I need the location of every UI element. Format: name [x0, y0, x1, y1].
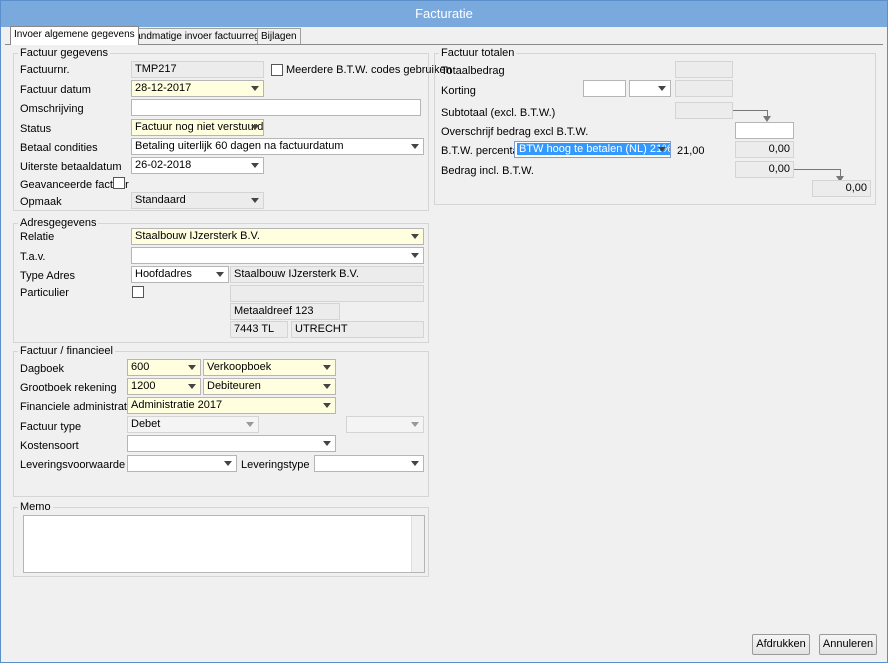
memo-scrollbar[interactable] [411, 516, 424, 572]
eindbedrag-field: 0,00 [812, 180, 871, 197]
incl-arrow-line [794, 169, 841, 170]
plaats-field: UTRECHT [291, 321, 424, 338]
leveringsvoorwaarde-select[interactable] [127, 455, 237, 472]
uiterste-betaaldatum-label: Uiterste betaaldatum [20, 161, 122, 173]
leveringstype-select[interactable] [314, 455, 424, 472]
grootboek-naam-select[interactable]: Debiteuren [203, 378, 336, 395]
korting-bedrag-field [675, 80, 733, 97]
factuur-type-select: Debet [127, 416, 259, 433]
type-adres-select[interactable]: Hoofdadres [131, 266, 229, 283]
factuurnr-field: TMP217 [131, 61, 264, 78]
totaalbedrag-field [675, 61, 733, 78]
subtotaal-arrow-line [733, 110, 768, 111]
factuur-type-label: Factuur type [20, 421, 82, 433]
totaalbedrag-label: Totaalbedrag [441, 65, 505, 77]
bedrag-incl-btw-field: 0,00 [735, 161, 794, 178]
meerdere-btw-checkbox[interactable] [271, 64, 283, 76]
particulier-label: Particulier [20, 287, 69, 299]
korting-input[interactable] [583, 80, 626, 97]
meerdere-btw-label: Meerdere B.T.W. codes gebruiken [286, 64, 452, 76]
status-label: Status [20, 123, 52, 135]
adresgegevens-title: Adresgegevens [18, 217, 99, 229]
korting-label: Korting [441, 85, 476, 97]
kostensoort-select[interactable] [127, 435, 336, 452]
dagboek-code-select[interactable]: 600 [127, 359, 201, 376]
btw-percentage-select[interactable]: BTW hoog te betalen (NL) 21% [514, 141, 671, 158]
bedrag-incl-btw-label: Bedrag incl. B.T.W. [441, 165, 534, 177]
relatie-label: Relatie [20, 231, 55, 243]
korting-type-select[interactable] [629, 80, 671, 97]
tab-handmatige-invoer-factuurregels[interactable]: Handmatige invoer factuurregels [124, 28, 277, 45]
opmaak-label: Opmaak [20, 196, 62, 208]
betaal-condities-select[interactable]: Betaling uiterlijk 60 dagen na factuurda… [131, 138, 424, 155]
grootboek-code-select[interactable]: 1200 [127, 378, 201, 395]
postcode-field: 7443 TL [230, 321, 288, 338]
btw-percentage-value: BTW hoog te betalen (NL) 21% [517, 143, 670, 155]
overschrijf-input[interactable] [735, 122, 794, 139]
overschrijf-label: Overschrijf bedrag excl B.T.W. [441, 126, 589, 138]
uiterste-betaaldatum-picker[interactable]: 26-02-2018 [131, 157, 264, 174]
tav-select[interactable] [131, 247, 424, 264]
adres-naam-field: Staalbouw IJzersterk B.V. [230, 266, 424, 283]
omschrijving-input[interactable] [131, 99, 421, 116]
opmaak-select[interactable]: Standaard [131, 192, 264, 209]
status-select[interactable]: Factuur nog niet verstuurd [131, 119, 264, 136]
window-title: Facturatie [1, 1, 887, 27]
betaal-condities-label: Betaal condities [20, 142, 98, 154]
factuur-financieel-title: Factuur / financieel [18, 345, 115, 357]
facturatie-window: Facturatie Invoer algemene gegevens Hand… [0, 0, 888, 663]
annuleren-button[interactable]: Annuleren [819, 634, 877, 655]
factuur-totalen-title: Factuur totalen [439, 47, 517, 59]
financiele-administraties-select[interactable]: Administratie 2017 [127, 397, 336, 414]
kostensoort-label: Kostensoort [20, 440, 79, 452]
tav-label: T.a.v. [20, 251, 46, 263]
memo-title: Memo [18, 501, 53, 513]
grootboek-label: Grootboek rekening [20, 382, 117, 394]
factuurnr-label: Factuurnr. [20, 64, 70, 76]
dagboek-label: Dagboek [20, 363, 65, 375]
financiele-administraties-label: Financiele administraties [20, 401, 142, 413]
leveringsvoorwaarde-label: Leveringsvoorwaarde [20, 459, 126, 471]
tab-invoer-algemene-gegevens[interactable]: Invoer algemene gegevens [10, 26, 139, 45]
particulier-checkbox[interactable] [132, 286, 144, 298]
factuur-datum-picker[interactable]: 28-12-2017 [131, 80, 264, 97]
subtotaal-field [675, 102, 733, 119]
memo-textarea[interactable] [23, 515, 425, 573]
btw-bedrag-field: 0,00 [735, 141, 794, 158]
leveringstype-label: Leveringstype [241, 459, 310, 471]
subtotaal-label: Subtotaal (excl. B.T.W.) [441, 107, 556, 119]
dagboek-naam-select[interactable]: Verkoopboek [203, 359, 336, 376]
relatie-select[interactable]: Staalbouw IJzersterk B.V. [131, 228, 424, 245]
factuur-type-extra-select [346, 416, 424, 433]
factuur-gegevens-title: Factuur gegevens [18, 47, 111, 59]
omschrijving-label: Omschrijving [20, 103, 84, 115]
tab-bijlagen[interactable]: Bijlagen [257, 28, 301, 45]
adres-regel2-field [230, 285, 424, 302]
geavanceerde-factuur-checkbox[interactable] [113, 177, 125, 189]
afdrukken-button[interactable]: Afdrukken [752, 634, 810, 655]
type-adres-label: Type Adres [20, 270, 76, 282]
btw-pct-value: 21,00 [677, 145, 705, 157]
factuur-datum-label: Factuur datum [20, 84, 91, 96]
straat-field: Metaaldreef 123 [230, 303, 340, 320]
